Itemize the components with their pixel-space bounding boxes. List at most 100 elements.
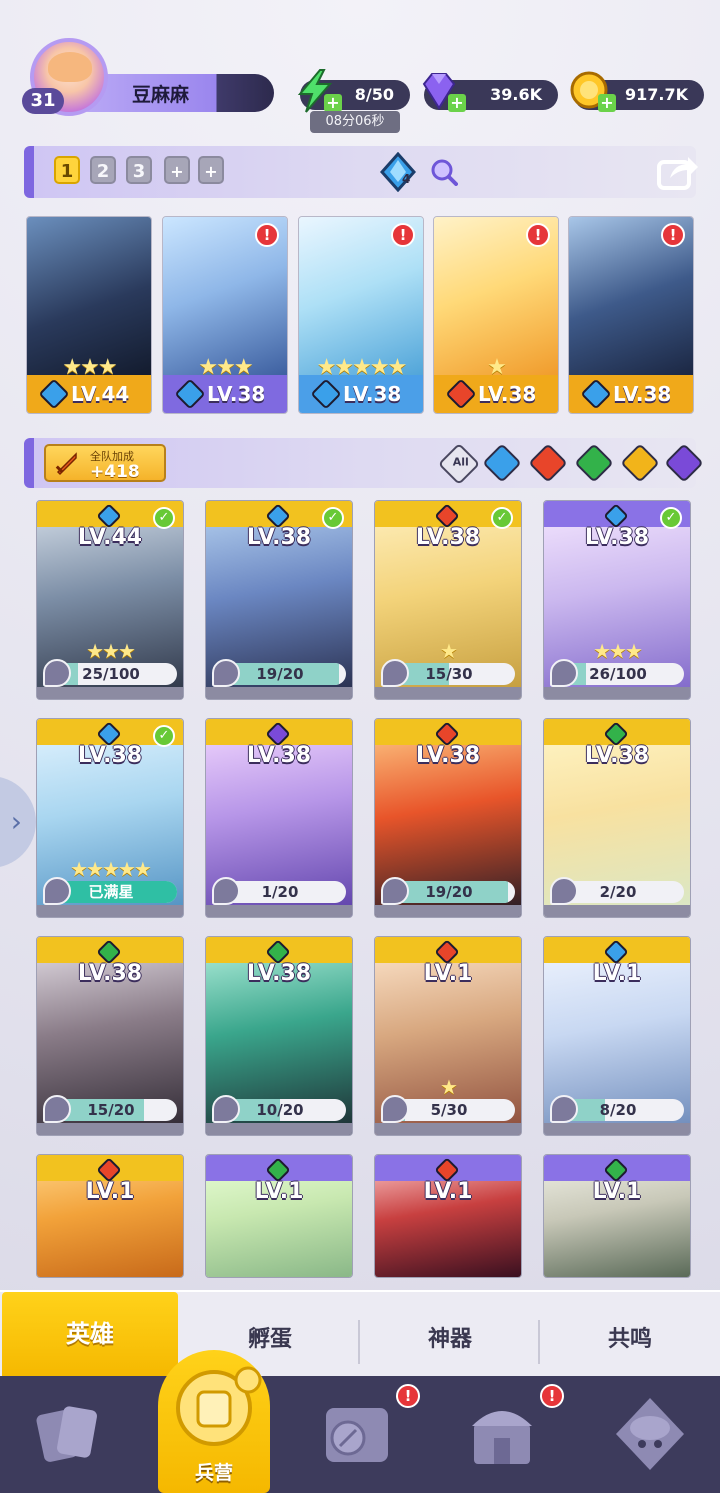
hero-level: LV.1 [592,1179,642,1204]
team-bar: 1 2 3 + + 4 [24,146,698,198]
shard-icon [212,877,240,905]
hero-card[interactable]: LV.38 ✓ ★★★ 26/100 [543,500,691,700]
hero-tabs: 英雄 孵蛋 神器 共鸣 [0,1290,720,1378]
lineup-hero-card[interactable]: ★★★ LV.38! [162,216,288,414]
gold-add-icon[interactable]: + [598,94,616,112]
player-name: 豆麻麻 [132,84,190,106]
filter-all-button[interactable]: All [437,442,481,486]
shard-icon [212,659,240,687]
hero-card[interactable]: LV.1 ★ 5/30 [374,936,522,1136]
nav-barracks[interactable]: 兵营 [158,1350,270,1493]
hero-card[interactable]: LV.38 ✓ ★ 15/30 [374,500,522,700]
team-slot-1[interactable]: 1 [54,156,80,184]
hero-level: LV.1 [592,961,642,986]
hero-card[interactable]: LV.38 15/20 [36,936,184,1136]
card-frame-bottom [375,1123,521,1135]
hero-card[interactable]: LV.1 [36,1154,184,1278]
card-frame-bottom [206,687,352,699]
map-icon [326,1408,388,1462]
add-team-slot-button[interactable]: + [164,156,190,184]
hero-filter-bar: 全队加成 +418 All [24,438,704,488]
nav-map[interactable]: ! [318,1384,420,1474]
alert-badge: ! [255,223,279,247]
filter-light-icon[interactable] [620,443,660,483]
filter-wind-icon[interactable] [574,443,614,483]
team-slot-2[interactable]: 2 [90,156,116,184]
filter-fire-icon[interactable] [528,443,568,483]
card-frame-bottom [37,687,183,699]
team-gem-count: 4 [402,172,411,186]
card-frame-bottom [206,1123,352,1135]
alert-badge: ! [540,1384,564,1408]
chevron-right-icon: › [10,805,22,838]
summon-icon [616,1398,684,1470]
energy-counter[interactable]: + 8/50 [297,69,410,113]
hero-card[interactable]: LV.1 [205,1154,353,1278]
cards-icon [36,1406,97,1462]
filter-all-label: All [452,455,469,469]
nav-cards[interactable] [30,1394,110,1474]
hero-level: LV.38 [246,743,312,768]
card-frame-bottom [37,905,183,917]
nav-temple[interactable]: ! [462,1384,564,1474]
card-frame-bottom [544,1123,690,1135]
shard-icon [381,877,409,905]
hero-card[interactable]: LV.1 [543,1154,691,1278]
shard-icon [381,1095,409,1123]
card-frame-bottom [375,687,521,699]
team-gem-icon[interactable] [380,152,416,192]
nav-summon[interactable] [610,1394,690,1474]
hero-card[interactable]: LV.38 1/20 [205,718,353,918]
shard-icon [550,877,578,905]
shard-icon [43,877,71,905]
shard-icon [212,1095,240,1123]
share-icon[interactable] [656,152,700,192]
hero-card[interactable]: LV.44 ✓ ★★★ 25/100 [36,500,184,700]
gem-counter[interactable]: + 39.6K [422,73,558,112]
shard-icon [381,659,409,687]
hero-level: LV.1 [85,1179,135,1204]
hero-card[interactable]: LV.38 2/20 [543,718,691,918]
energy-timer: 08分06秒 [310,111,400,133]
lineup-hero-card[interactable]: ★★★★★ LV.38! [298,216,424,414]
team-bonus-button[interactable]: 全队加成 +418 [44,444,166,482]
hero-card[interactable]: LV.1 [374,1154,522,1278]
shard-icon [43,659,71,687]
gold-counter[interactable]: + 917.7K [570,71,704,112]
alert-badge: ! [526,223,550,247]
alert-badge: ! [661,223,685,247]
gem-add-icon[interactable]: + [448,94,466,112]
hero-card[interactable]: LV.38 10/20 [205,936,353,1136]
lineup-hero-card[interactable]: LV.38! [568,216,694,414]
hero-level: LV.38 [77,961,143,986]
shard-icon [550,659,578,687]
lineup-hero-card[interactable]: ★★★ LV.44 [26,216,152,414]
hero-card[interactable]: LV.1 8/20 [543,936,691,1136]
add-team-slot-button-2[interactable]: + [198,156,224,184]
hero-level: LV.1 [254,1179,304,1204]
lineup-hero-card[interactable]: ★ LV.38! [433,216,559,414]
name-plate: 豆麻麻 [82,74,274,112]
filter-water-icon[interactable] [482,443,522,483]
barracks-icon [176,1366,262,1446]
sword-icon [55,452,77,476]
card-frame-bottom [544,687,690,699]
team-slot-3[interactable]: 3 [126,156,152,184]
tab-resonance[interactable]: 共鸣 [540,1306,720,1374]
tab-heroes[interactable]: 英雄 [2,1292,178,1378]
bottom-nav: 兵营 ! ! [0,1350,720,1493]
alert-badge: ! [391,223,415,247]
team-bonus-value: +418 [90,462,140,482]
hero-level: LV.1 [423,1179,473,1204]
player-profile[interactable]: 豆麻麻 31 [22,38,274,118]
hero-level: LV.38 [246,961,312,986]
hero-card[interactable]: LV.38 ✓ 19/20 [205,500,353,700]
hero-card[interactable]: LV.38 ✓ ★★★★★ 已满星 [36,718,184,918]
search-icon[interactable] [430,158,458,186]
tab-artifact[interactable]: 神器 [360,1306,540,1374]
energy-add-icon[interactable]: + [324,94,342,112]
shard-icon [43,1095,71,1123]
card-frame-bottom [206,905,352,917]
hero-card[interactable]: LV.38 19/20 [374,718,522,918]
hero-level: LV.1 [423,961,473,986]
